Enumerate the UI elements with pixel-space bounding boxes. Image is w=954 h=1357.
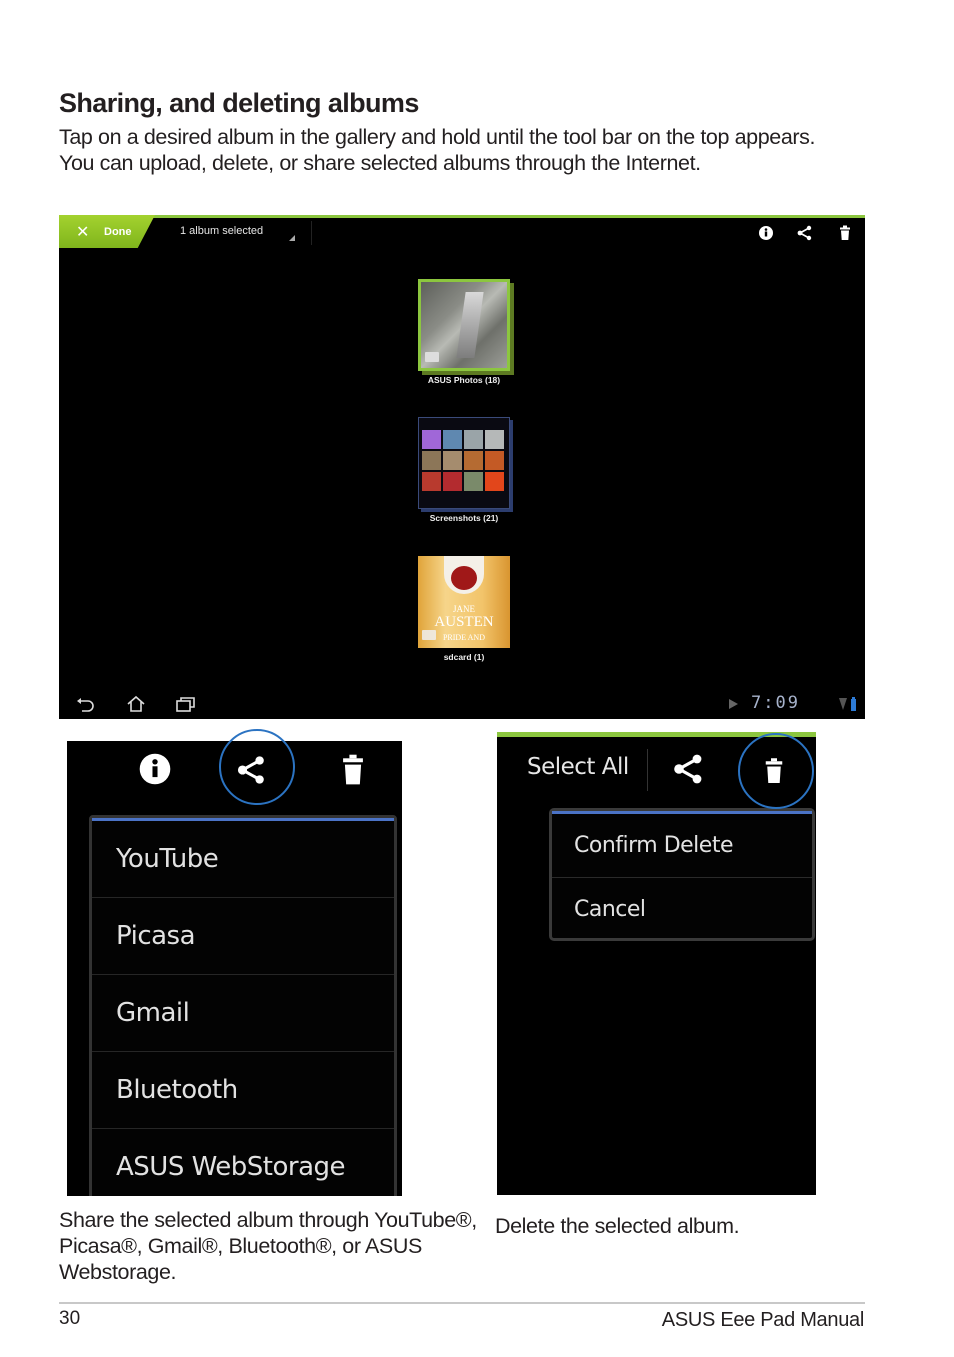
trash-icon[interactable] xyxy=(835,223,855,243)
confirm-delete-option[interactable]: Confirm Delete xyxy=(552,814,812,878)
cover-line-1: JANE xyxy=(453,604,475,614)
select-all-button[interactable]: Select All xyxy=(527,754,629,780)
album-thumbnail xyxy=(418,279,510,371)
recent-apps-icon[interactable] xyxy=(175,695,197,713)
manual-name: ASUS Eee Pad Manual xyxy=(661,1309,865,1331)
done-label: Done xyxy=(104,225,132,238)
share-option-asus-webstorage[interactable]: ASUS WebStorage xyxy=(92,1129,394,1196)
share-options-menu: YouTube Picasa Gmail Bluetooth ASUS WebS… xyxy=(89,815,397,1196)
play-notification-icon[interactable] xyxy=(727,698,739,710)
share-menu-screenshot: YouTube Picasa Gmail Bluetooth ASUS WebS… xyxy=(67,741,402,1196)
album-thumbnail: JANE AUSTEN PRIDE AND xyxy=(418,556,510,648)
intro-paragraph: Tap on a desired album in the gallery an… xyxy=(59,125,816,175)
album-sdcard[interactable]: JANE AUSTEN PRIDE AND sdcard (1) xyxy=(399,556,529,662)
album-asus-photos[interactable]: ASUS Photos (18) xyxy=(399,279,529,385)
share-icon[interactable] xyxy=(669,749,709,789)
status-clock[interactable]: 7:09 xyxy=(751,693,800,713)
done-button[interactable]: ✕ Done xyxy=(59,215,155,248)
info-icon[interactable] xyxy=(756,223,776,243)
album-name: Screenshots (21) xyxy=(429,513,499,523)
trash-icon[interactable] xyxy=(335,751,371,789)
share-highlight-circle xyxy=(219,729,295,805)
info-icon[interactable] xyxy=(137,751,173,787)
album-name: sdcard (1) xyxy=(443,652,485,662)
wifi-battery-icon[interactable] xyxy=(838,696,858,712)
share-icon[interactable] xyxy=(795,223,815,243)
cancel-option[interactable]: Cancel xyxy=(552,878,812,941)
footer-divider xyxy=(59,1302,865,1304)
share-caption: Share the selected album through YouTube… xyxy=(59,1208,477,1284)
home-icon[interactable] xyxy=(125,695,147,713)
folder-icon xyxy=(425,352,439,362)
action-bar-accent-line xyxy=(59,215,865,218)
share-option-gmail[interactable]: Gmail xyxy=(92,975,394,1052)
cover-line-2: AUSTEN xyxy=(434,614,494,630)
close-icon: ✕ xyxy=(76,223,90,241)
share-option-picasa[interactable]: Picasa xyxy=(92,898,394,975)
album-name: ASUS Photos (18) xyxy=(427,375,501,385)
album-screenshots[interactable]: Screenshots (21) xyxy=(399,417,529,523)
delete-caption: Delete the selected album. xyxy=(495,1214,740,1238)
share-option-bluetooth[interactable]: Bluetooth xyxy=(92,1052,394,1129)
divider xyxy=(311,221,312,245)
dropdown-caret-icon xyxy=(289,235,295,241)
gallery-screenshot: ✕ Done 1 album selected ASUS Photos (18) xyxy=(59,215,865,719)
folder-icon xyxy=(422,630,436,640)
divider xyxy=(647,749,648,791)
delete-options-menu: Confirm Delete Cancel xyxy=(549,808,815,941)
delete-highlight-circle xyxy=(738,733,814,809)
page-number: 30 xyxy=(59,1308,81,1329)
share-option-youtube[interactable]: YouTube xyxy=(92,821,394,898)
album-thumbnail xyxy=(418,417,510,509)
back-icon[interactable] xyxy=(75,695,97,713)
section-title: Sharing, and deleting albums xyxy=(59,88,419,118)
selection-count-dropdown[interactable]: 1 album selected xyxy=(180,225,263,237)
